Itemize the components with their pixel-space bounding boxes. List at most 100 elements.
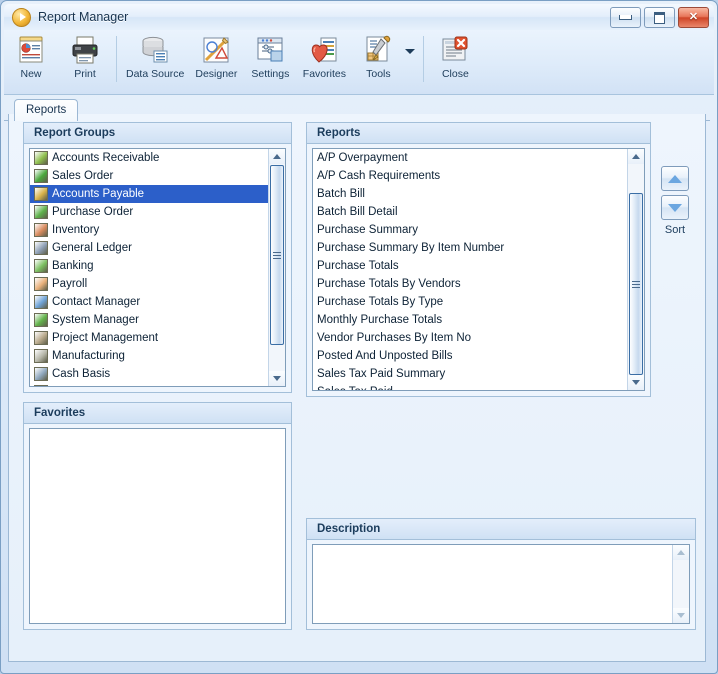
toolbar-favorites-label: Favorites xyxy=(303,68,346,80)
reports-scroll-thumb[interactable] xyxy=(629,193,643,375)
reports-list[interactable]: A/P OverpaymentA/P Cash RequirementsBatc… xyxy=(312,148,645,391)
report-item[interactable]: A/P Cash Requirements xyxy=(313,167,627,185)
favorites-header: Favorites xyxy=(24,403,291,424)
tab-content-panel: Report Groups Accounts ReceivableSales O… xyxy=(8,114,706,662)
report-group-item[interactable]: Cash Basis xyxy=(30,365,268,383)
report-item-label: Sales Tax Paid Summary xyxy=(317,365,445,383)
toolbar-new-label: New xyxy=(20,68,41,80)
report-group-item[interactable]: System Manager xyxy=(30,311,268,329)
report-group-label: Sales Order xyxy=(52,167,113,185)
toolbar-tools-label: Tools xyxy=(366,68,391,80)
favorites-list[interactable] xyxy=(29,428,286,624)
toolbar-settings-label: Settings xyxy=(251,68,289,80)
sort-controls: Sort xyxy=(661,166,689,236)
toolbar-data-source-button[interactable]: Data Source xyxy=(121,34,189,86)
report-group-icon xyxy=(34,385,48,386)
report-group-label: Banking xyxy=(52,257,94,275)
favorites-group: Favorites xyxy=(23,402,292,630)
report-group-label: Contact Manager xyxy=(52,293,140,311)
favorites-heart-icon xyxy=(308,34,340,66)
maximize-icon xyxy=(654,12,665,24)
toolbar-favorites-button[interactable]: Favorites xyxy=(297,34,351,86)
reports-scroll-up-button[interactable] xyxy=(628,149,644,164)
report-item-label: Sales Tax Paid xyxy=(317,383,393,390)
description-scroll-down-button[interactable] xyxy=(673,608,689,623)
maximize-button[interactable] xyxy=(644,7,675,28)
report-groups-scrollbar[interactable] xyxy=(268,149,285,386)
report-item[interactable]: Purchase Totals By Vendors xyxy=(313,275,627,293)
report-group-item[interactable]: Inventory xyxy=(30,221,268,239)
toolbar-tools-button[interactable]: Tools xyxy=(351,34,405,86)
report-group-item[interactable]: Purchase Order xyxy=(30,203,268,221)
report-group-label: Accounts Payable xyxy=(52,185,144,203)
sort-ascending-button[interactable] xyxy=(661,166,689,191)
toolbar-settings-button[interactable]: Settings xyxy=(243,34,297,86)
report-group-icon xyxy=(34,331,48,345)
report-group-label: General Ledger xyxy=(52,239,132,257)
description-scrollbar[interactable] xyxy=(672,545,689,623)
report-group-item[interactable]: Accounts Payable xyxy=(30,185,268,203)
report-group-icon xyxy=(34,187,48,201)
report-groups-group: Report Groups Accounts ReceivableSales O… xyxy=(23,122,292,393)
report-group-item[interactable]: Custom Reports xyxy=(30,383,268,386)
report-item[interactable]: Posted And Unposted Bills xyxy=(313,347,627,365)
toolbar-close-button[interactable]: Close xyxy=(428,34,482,86)
report-item[interactable]: Purchase Totals By Type xyxy=(313,293,627,311)
report-item[interactable]: Purchase Summary By Item Number xyxy=(313,239,627,257)
description-scroll-up-button[interactable] xyxy=(673,545,689,560)
report-group-item[interactable]: Payroll xyxy=(30,275,268,293)
report-group-item[interactable]: Contact Manager xyxy=(30,293,268,311)
report-groups-list[interactable]: Accounts ReceivableSales OrderAccounts P… xyxy=(29,148,286,387)
toolbar-designer-button[interactable]: Designer xyxy=(189,34,243,86)
tab-reports[interactable]: Reports xyxy=(14,99,78,121)
report-group-item[interactable]: Banking xyxy=(30,257,268,275)
report-group-item[interactable]: General Ledger xyxy=(30,239,268,257)
window-title: Report Manager xyxy=(38,10,128,24)
play-circle-icon xyxy=(12,8,31,27)
tools-wrench-icon xyxy=(362,34,394,66)
reports-scroll-down-button[interactable] xyxy=(628,375,644,390)
report-group-icon xyxy=(34,259,48,273)
sort-descending-button[interactable] xyxy=(661,195,689,220)
report-group-item[interactable]: Sales Order xyxy=(30,167,268,185)
close-document-icon xyxy=(439,34,471,66)
report-group-item[interactable]: Manufacturing xyxy=(30,347,268,365)
report-group-icon xyxy=(34,241,48,255)
report-groups-header: Report Groups xyxy=(24,123,291,144)
database-icon xyxy=(139,34,171,66)
reports-group: Reports A/P OverpaymentA/P Cash Requirem… xyxy=(306,122,651,397)
report-item[interactable]: Monthly Purchase Totals xyxy=(313,311,627,329)
toolbar-designer-label: Designer xyxy=(195,68,237,80)
report-item-label: Monthly Purchase Totals xyxy=(317,311,442,329)
report-group-label: Manufacturing xyxy=(52,347,125,365)
report-item[interactable]: Purchase Totals xyxy=(313,257,627,275)
report-item[interactable]: Vendor Purchases By Item No xyxy=(313,329,627,347)
report-item[interactable]: Purchase Summary xyxy=(313,221,627,239)
triangle-down-icon xyxy=(668,204,682,212)
report-group-item[interactable]: Project Management xyxy=(30,329,268,347)
tools-dropdown-button[interactable] xyxy=(405,34,419,68)
report-item[interactable]: Batch Bill Detail xyxy=(313,203,627,221)
report-item[interactable]: Sales Tax Paid Summary xyxy=(313,365,627,383)
report-group-icon xyxy=(34,349,48,363)
toolbar-print-button[interactable]: Print xyxy=(58,34,112,86)
report-item[interactable]: A/P Overpayment xyxy=(313,149,627,167)
report-item-label: Batch Bill xyxy=(317,185,365,203)
sort-label: Sort xyxy=(665,224,685,236)
scroll-up-button[interactable] xyxy=(269,149,285,164)
toolbar-new-button[interactable]: New xyxy=(4,34,58,86)
scroll-down-button[interactable] xyxy=(269,371,285,386)
report-item[interactable]: Batch Bill xyxy=(313,185,627,203)
close-window-button[interactable]: ✕ xyxy=(678,7,709,28)
description-box[interactable] xyxy=(312,544,690,624)
close-x-icon: ✕ xyxy=(689,12,698,23)
report-group-item[interactable]: Accounts Receivable xyxy=(30,149,268,167)
printer-icon xyxy=(69,34,101,66)
window-controls: ✕ xyxy=(610,7,709,28)
scroll-thumb[interactable] xyxy=(270,165,284,345)
report-item-label: A/P Cash Requirements xyxy=(317,167,440,185)
minimize-button[interactable] xyxy=(610,7,641,28)
reports-scrollbar[interactable] xyxy=(627,149,644,390)
report-item[interactable]: Sales Tax Paid xyxy=(313,383,627,390)
report-group-icon xyxy=(34,205,48,219)
